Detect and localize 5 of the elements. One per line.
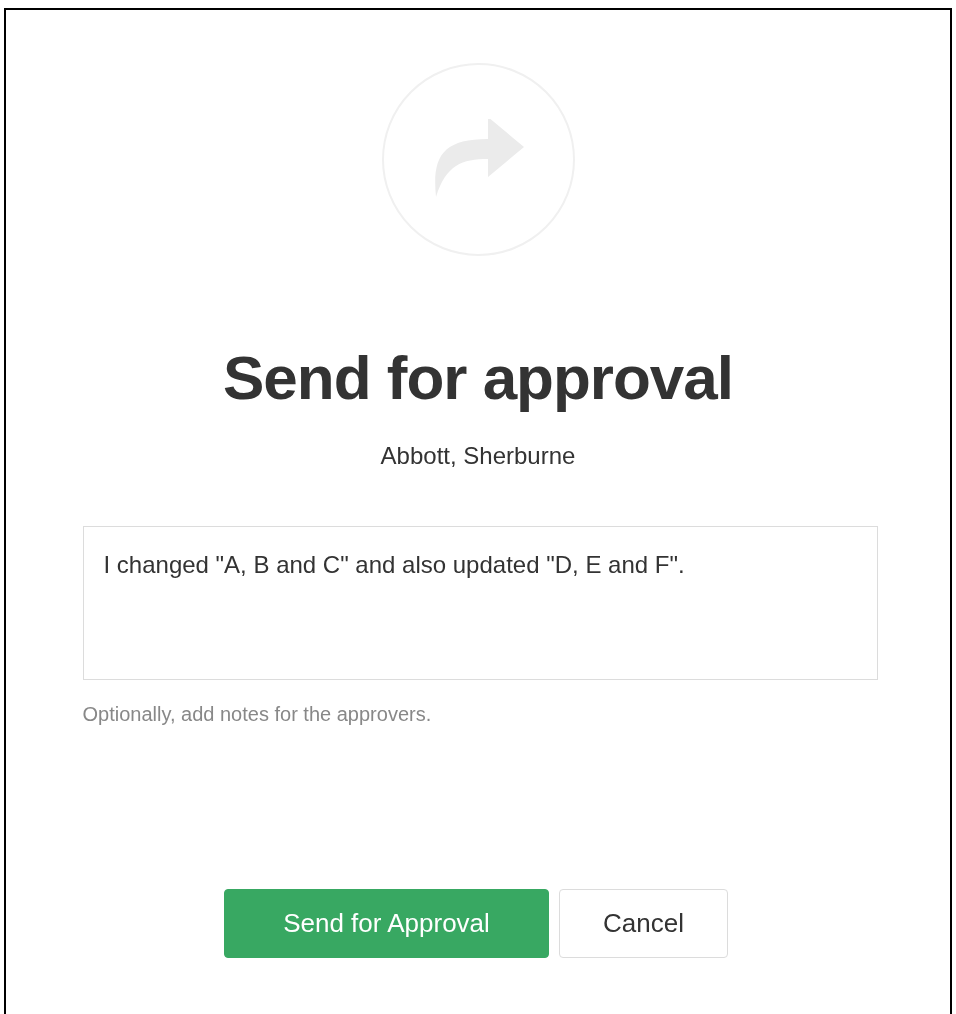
notes-help-text: Optionally, add notes for the approvers.	[82, 702, 433, 727]
notes-field[interactable]: I changed "A, B and C" and also updated "D, E and F".	[82, 526, 878, 680]
approver-name: Abbott, Sherburne	[380, 441, 576, 471]
dialog-title: Send for approval	[222, 342, 734, 414]
cancel-button[interactable]: Cancel	[559, 889, 728, 958]
